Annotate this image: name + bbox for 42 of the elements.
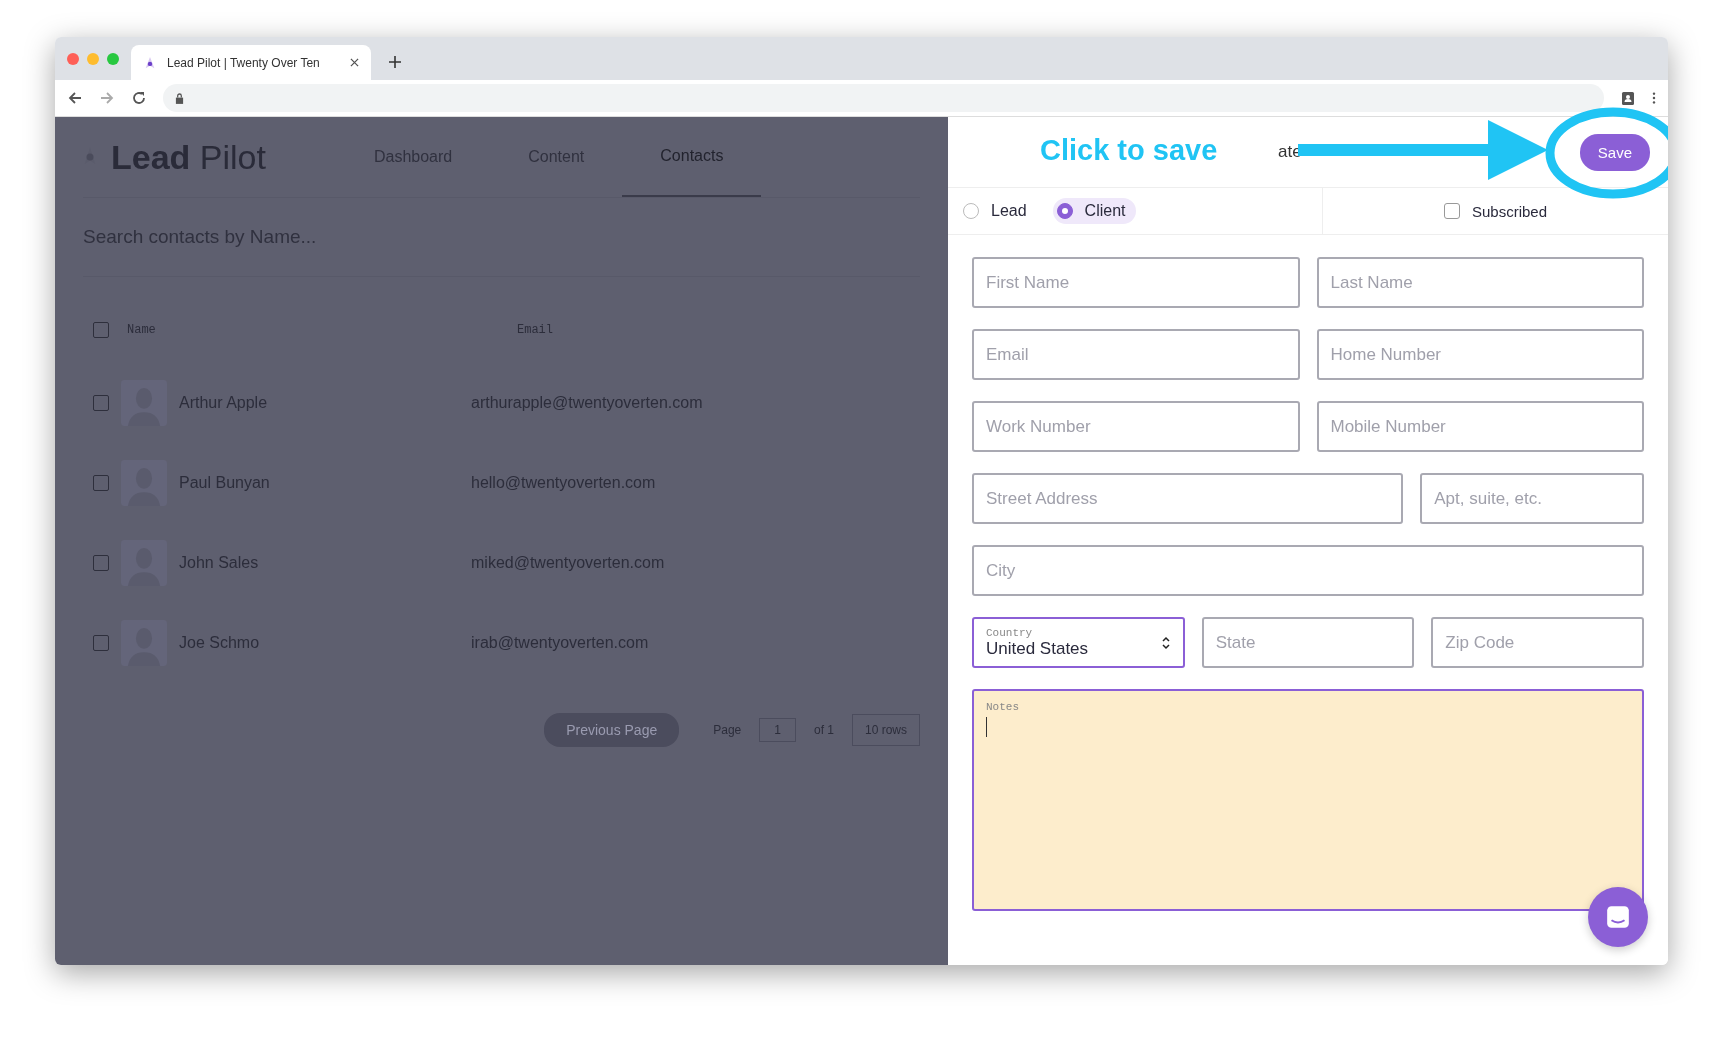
contact-card-icon[interactable]: [1620, 90, 1636, 106]
checkbox[interactable]: [93, 395, 109, 411]
chat-button[interactable]: [1588, 887, 1648, 947]
checkbox[interactable]: [93, 555, 109, 571]
input-field[interactable]: Mobile Number: [1316, 401, 1644, 452]
close-window-icon[interactable]: [67, 52, 79, 65]
input-field[interactable]: Last Name: [1316, 257, 1644, 308]
subscribed-checkbox[interactable]: Subscribed: [1443, 202, 1547, 220]
menu-icon[interactable]: [1652, 91, 1656, 105]
chat-bubble-icon: [1605, 904, 1631, 930]
lock-icon: [175, 92, 184, 104]
country-select[interactable]: Country United States: [972, 617, 1185, 668]
new-tab-icon[interactable]: [389, 56, 401, 68]
tab-title: Lead Pilot | Twenty Over Ten: [167, 55, 321, 70]
checkbox[interactable]: [93, 475, 109, 491]
radio-option[interactable]: Lead: [963, 198, 1037, 224]
input-field[interactable]: Work Number: [972, 401, 1300, 452]
reload-icon[interactable]: [131, 90, 147, 106]
close-icon[interactable]: [350, 58, 359, 67]
back-arrow-icon[interactable]: [67, 90, 83, 106]
rocket-icon: [143, 55, 157, 70]
save-button[interactable]: Save: [1579, 133, 1650, 171]
input-field[interactable]: First Name: [972, 257, 1300, 308]
previous-page-button[interactable]: Previous Page: [544, 713, 680, 747]
forward-arrow-icon[interactable]: [99, 90, 115, 106]
input-field[interactable]: Apt, suite, etc.: [1420, 473, 1644, 524]
minimize-window-icon[interactable]: [87, 52, 99, 65]
checkbox[interactable]: [93, 322, 109, 338]
browser-tab[interactable]: Lead Pilot | Twenty Over Ten: [131, 45, 371, 80]
up-down-chevron-icon: [1160, 634, 1171, 651]
checkbox[interactable]: [93, 635, 109, 651]
notes-field[interactable]: Notes: [972, 689, 1644, 911]
annotation-text: Click to save: [1040, 134, 1218, 167]
input-field[interactable]: City: [972, 545, 1644, 596]
input-field[interactable]: Home Number: [1316, 329, 1644, 380]
input-field[interactable]: State: [1201, 617, 1415, 668]
nav-tab[interactable]: Contacts: [622, 117, 762, 197]
input-field[interactable]: Email: [972, 329, 1300, 380]
radio-option[interactable]: Client: [1052, 198, 1136, 224]
maximize-window-icon[interactable]: [107, 52, 119, 65]
input-field[interactable]: Street Address: [972, 473, 1404, 524]
input-field[interactable]: Zip Code: [1431, 617, 1644, 668]
